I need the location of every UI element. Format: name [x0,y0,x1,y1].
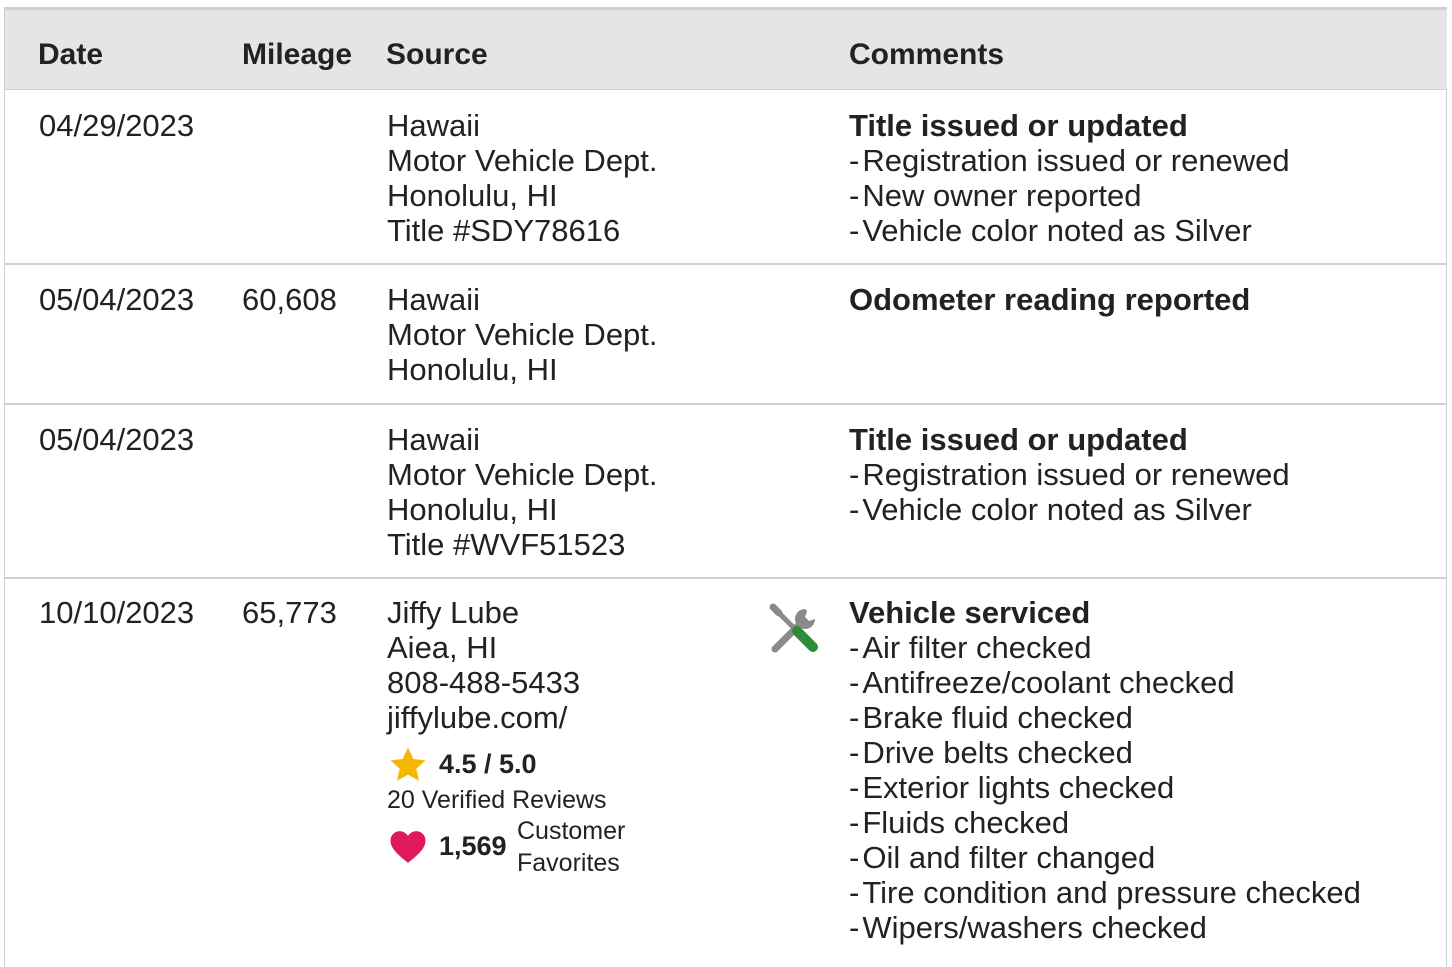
source-line: Motor Vehicle Dept. [387,457,658,492]
comment-item: Air filter checked [849,630,1429,665]
row-date: 05/04/2023 [39,282,195,317]
comment-item: Antifreeze/coolant checked [849,665,1429,700]
comment-item: Registration issued or renewed [849,457,1429,492]
comment-item: Brake fluid checked [849,700,1429,735]
row-source: Hawaii Motor Vehicle Dept. Honolulu, HI … [387,108,747,248]
row-comments: Vehicle serviced Air filter checked Anti… [849,595,1429,945]
row-comments: Title issued or updated Registration iss… [849,422,1429,527]
source-line: Honolulu, HI [387,178,558,213]
comment-item: Fluids checked [849,805,1429,840]
row-comments: Title issued or updated Registration iss… [849,108,1429,248]
source-line: Title #WVF51523 [387,527,626,562]
row-source: Hawaii Motor Vehicle Dept. Honolulu, HI … [387,422,747,562]
table-row: 10/10/2023 65,773 Jiffy Lube Aiea, HI 80… [5,579,1447,959]
customer-favorites: 1,569 Customer Favorites [387,815,747,881]
wrench-screwdriver-icon [769,603,818,653]
source-line: Jiffy Lube [387,595,520,630]
row-date: 04/29/2023 [39,108,195,143]
header-comments: Comments [849,38,1005,71]
comment-item: Vehicle color noted as Silver [849,492,1429,527]
comment-item: New owner reported [849,178,1429,213]
source-line[interactable]: 808-488-5433 [387,665,747,700]
comment-item: Wipers/washers checked [849,910,1429,945]
comment-item: Vehicle color noted as Silver [849,213,1429,248]
verified-reviews-link[interactable]: 20 Verified Reviews [387,785,747,815]
row-date: 05/04/2023 [39,422,195,457]
comment-item: Tire condition and pressure checked [849,875,1429,910]
source-line: Aiea, HI [387,630,498,665]
comment-title: Vehicle serviced [849,595,1091,630]
comment-title: Odometer reading reported [849,282,1251,317]
source-line: Motor Vehicle Dept. [387,317,658,352]
source-line: Hawaii [387,422,481,457]
header-source: Source [386,38,488,71]
comment-title: Title issued or updated [849,422,1188,457]
table-row: 05/04/2023 Hawaii Motor Vehicle Dept. Ho… [5,405,1447,579]
row-date: 10/10/2023 [39,595,195,630]
source-line: Title #SDY78616 [387,213,621,248]
row-mileage: 60,608 [242,282,337,317]
favorites-label-line: Favorites [517,849,620,877]
favorites-label-line: Customer [517,817,626,845]
header-date: Date [38,38,104,71]
website-link[interactable]: jiffylube.com/ [387,700,747,735]
source-line: Hawaii [387,282,481,317]
favorites-label: Customer Favorites [517,815,625,879]
comment-item: Drive belts checked [849,735,1429,770]
comment-item: Registration issued or renewed [849,143,1429,178]
row-source: Jiffy Lube Aiea, HI 808-488-5433 jiffylu… [387,595,747,881]
header-mileage: Mileage [242,38,353,71]
comment-item: Exterior lights checked [849,770,1429,805]
source-line: Hawaii [387,108,481,143]
table-row: 05/04/2023 60,608 Hawaii Motor Vehicle D… [5,265,1447,405]
comment-item: Oil and filter changed [849,840,1429,875]
table-row: 04/29/2023 Hawaii Motor Vehicle Dept. Ho… [5,90,1447,265]
favorites-count: 1,569 [439,831,507,861]
source-line: Honolulu, HI [387,492,558,527]
comment-title: Title issued or updated [849,108,1188,143]
heart-icon [390,831,426,863]
source-line: Honolulu, HI [387,352,558,387]
table-header: Date Mileage Source Comments [5,10,1447,90]
star-icon [390,747,426,781]
service-rating: 4.5 / 5.0 [387,743,747,783]
row-source: Hawaii Motor Vehicle Dept. Honolulu, HI [387,282,747,387]
row-comments: Odometer reading reported [849,282,1429,317]
row-mileage: 65,773 [242,595,337,630]
source-line: Motor Vehicle Dept. [387,143,658,178]
rating-score: 4.5 / 5.0 [439,749,537,779]
